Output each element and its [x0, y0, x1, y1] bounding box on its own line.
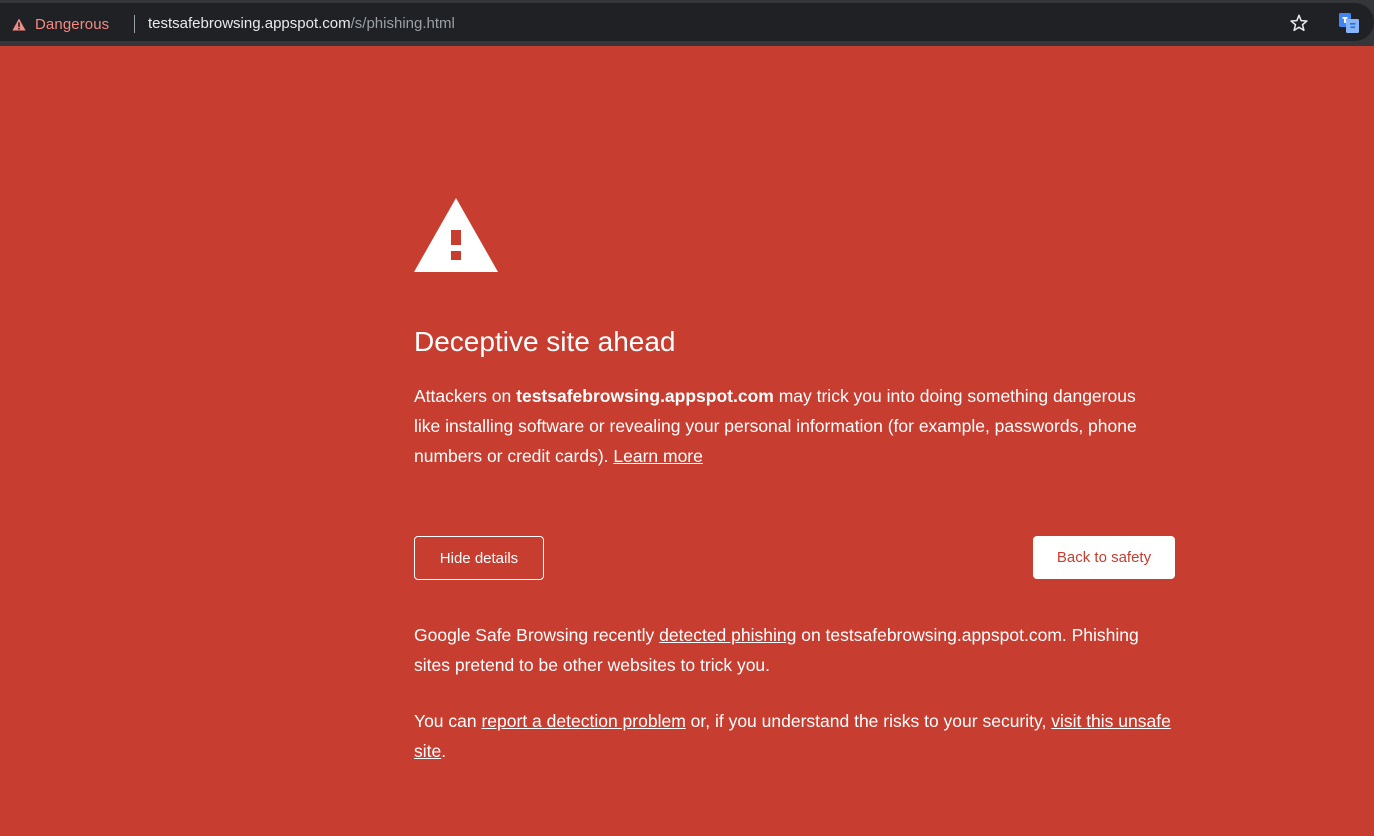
security-chip[interactable]: Dangerous — [12, 13, 109, 35]
back-to-safety-button[interactable]: Back to safety — [1033, 536, 1175, 579]
translate-button[interactable] — [1336, 12, 1362, 38]
warning-icon — [12, 18, 26, 31]
details-message: Google Safe Browsing recently detected p… — [414, 620, 1174, 680]
report-prefix: You can — [414, 711, 482, 731]
site-domain: testsafebrowsing.appspot.com — [516, 386, 774, 406]
translate-icon — [1338, 12, 1360, 39]
warning-icon — [414, 198, 498, 272]
learn-more-link[interactable]: Learn more — [613, 446, 703, 466]
report-middle: or, if you understand the risks to your … — [685, 711, 1052, 731]
details-prefix: Google Safe Browsing recently — [414, 625, 660, 645]
main-message: Attackers on testsafebrowsing.appspot.co… — [414, 381, 1154, 471]
hide-details-button[interactable]: Hide details — [414, 536, 544, 580]
report-detection-problem-link[interactable]: report a detection problem — [481, 711, 685, 731]
url-host: testsafebrowsing.appspot.com — [148, 15, 351, 32]
address-bar[interactable]: Dangerous testsafebrowsing.appspot.com/s… — [0, 3, 1374, 41]
url-path: /s/phishing.html — [350, 15, 455, 32]
browser-toolbar: Dangerous testsafebrowsing.appspot.com/s… — [0, 0, 1374, 46]
chip-separator — [134, 15, 135, 33]
detected-phishing-link[interactable]: detected phishing — [659, 625, 796, 645]
security-label: Dangerous — [35, 15, 110, 33]
url-text[interactable]: testsafebrowsing.appspot.com/s/phishing.… — [148, 15, 455, 32]
page-title: Deceptive site ahead — [414, 326, 676, 357]
report-message: You can report a detection problem or, i… — [414, 706, 1174, 766]
main-message-prefix: Attackers on — [414, 386, 517, 406]
star-icon — [1289, 13, 1309, 38]
report-suffix: . — [441, 741, 447, 761]
bookmark-star-button[interactable] — [1286, 12, 1312, 38]
